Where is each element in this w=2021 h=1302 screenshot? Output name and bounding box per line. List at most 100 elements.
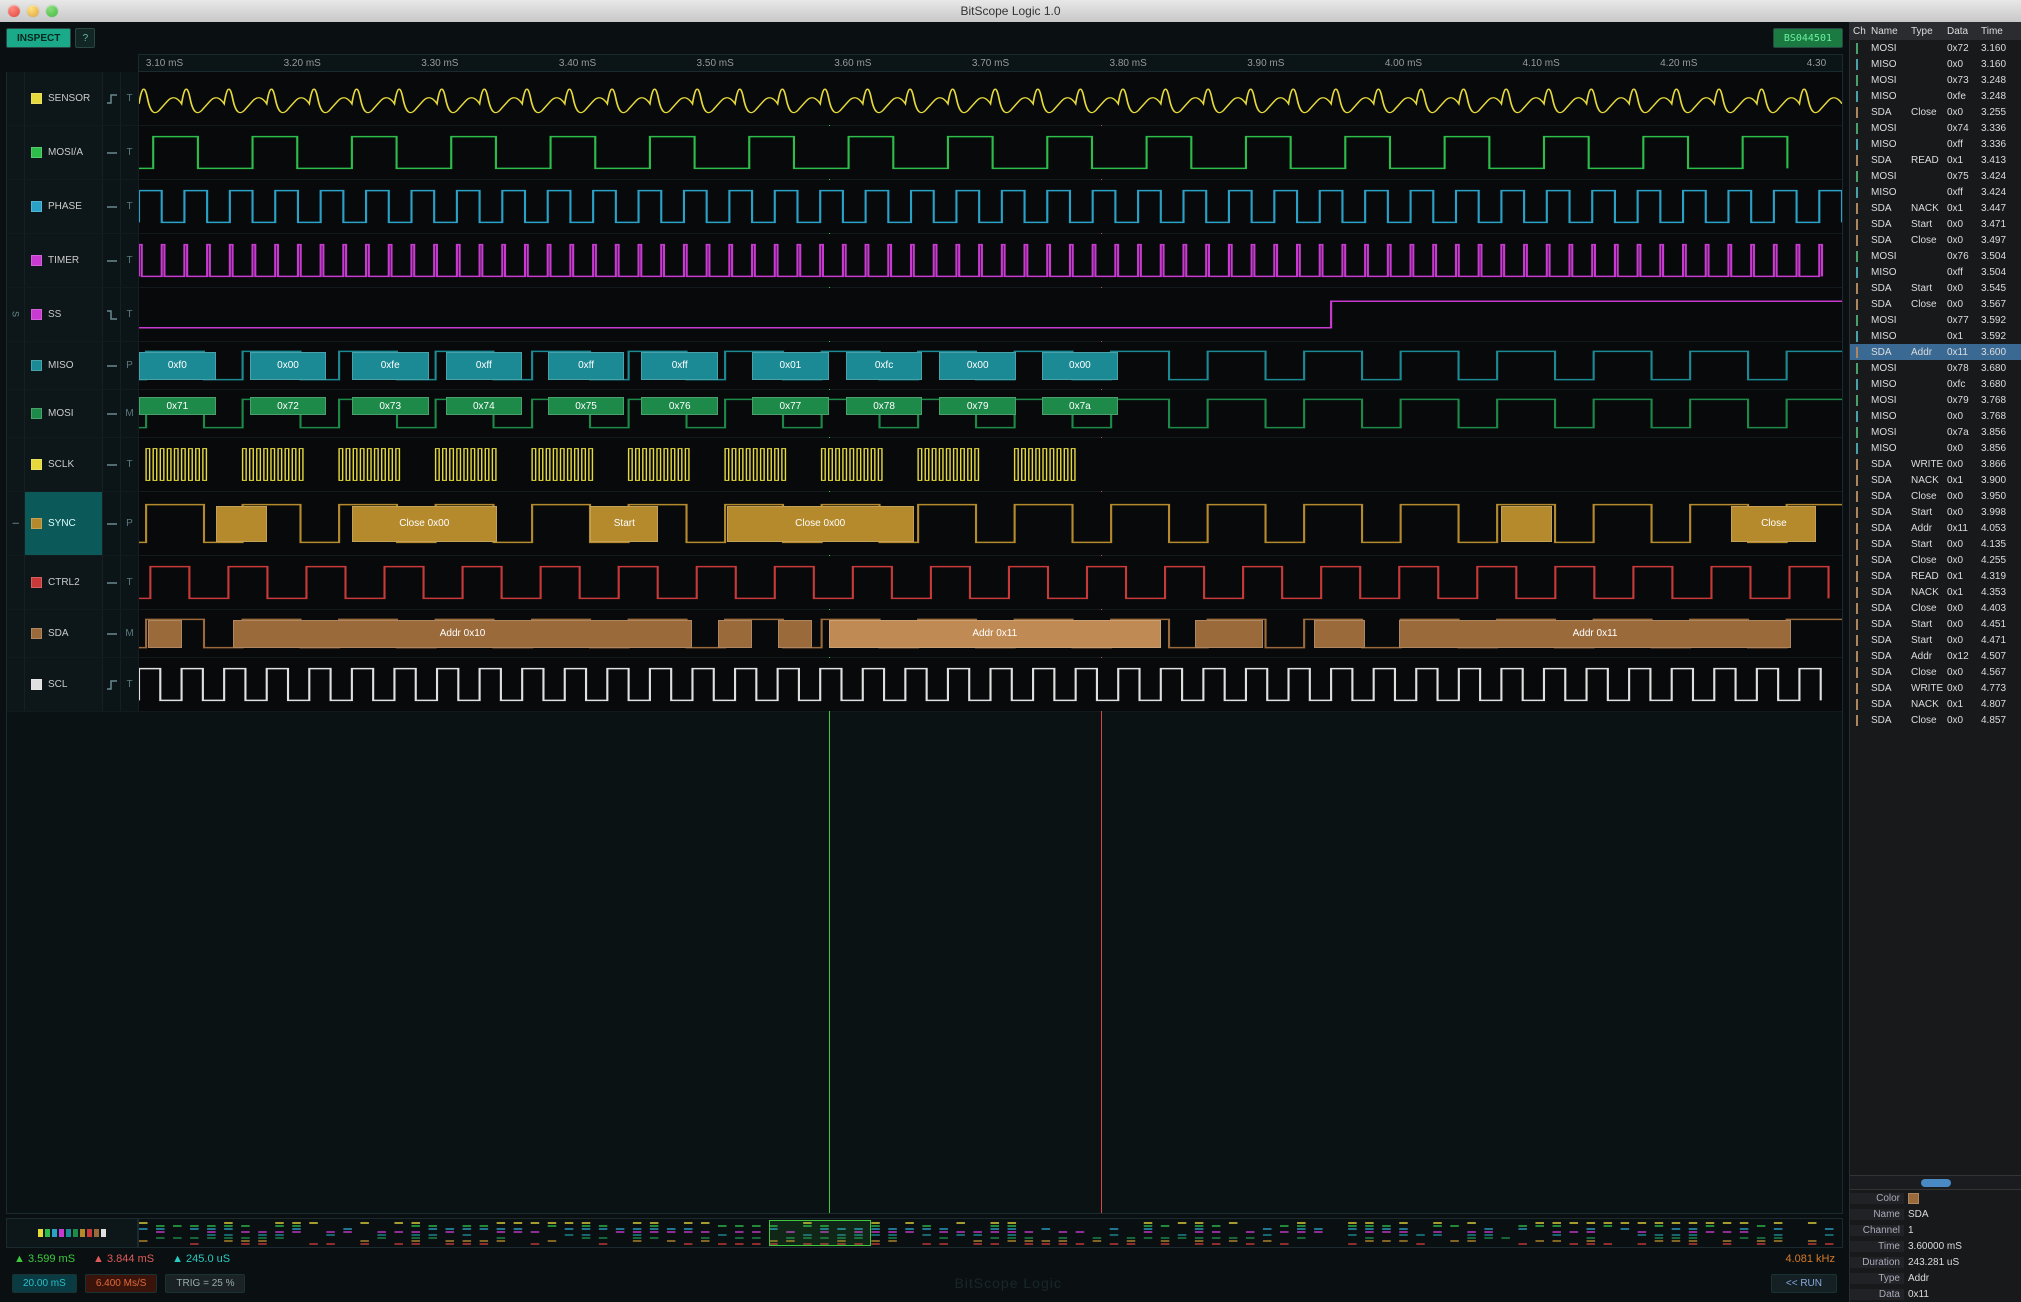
decoded-value[interactable]: 0x00: [939, 352, 1016, 380]
event-row[interactable]: SDANACK0x13.900: [1850, 472, 2021, 488]
event-row[interactable]: SDAClose0x04.857: [1850, 712, 2021, 728]
waveform-lane[interactable]: 0x710x720x730x740x750x760x770x780x790x7a: [139, 390, 1842, 437]
event-row[interactable]: MOSI0x773.592: [1850, 312, 2021, 328]
decoded-value[interactable]: 0x01: [752, 352, 829, 380]
channel-palette[interactable]: [6, 1218, 138, 1248]
channel-label[interactable]: SCLK: [25, 438, 103, 491]
decoded-value[interactable]: 0x73: [352, 397, 429, 415]
event-row[interactable]: MISO0xff3.504: [1850, 264, 2021, 280]
event-row[interactable]: SDAAddr0x113.600: [1850, 344, 2021, 360]
event-row[interactable]: SDAAddr0x124.507: [1850, 648, 2021, 664]
trigger-edge-icon[interactable]: [103, 658, 121, 711]
decoded-value[interactable]: 0x76: [641, 397, 718, 415]
decoded-value[interactable]: Addr 0x11: [829, 620, 1161, 648]
event-row[interactable]: SDANACK0x13.447: [1850, 200, 2021, 216]
decoded-value[interactable]: [1314, 620, 1365, 648]
event-row[interactable]: MOSI0x783.680: [1850, 360, 2021, 376]
inspect-button[interactable]: INSPECT: [6, 28, 71, 48]
waveform-lane[interactable]: [139, 288, 1842, 341]
channel-label[interactable]: SDA: [25, 610, 103, 657]
event-row[interactable]: SDAClose0x03.567: [1850, 296, 2021, 312]
event-row[interactable]: MOSI0x7a3.856: [1850, 424, 2021, 440]
event-row[interactable]: SDAClose0x04.255: [1850, 552, 2021, 568]
channel-mode[interactable]: M: [121, 610, 139, 657]
event-row[interactable]: SDAClose0x03.255: [1850, 104, 2021, 120]
event-row[interactable]: MOSI0x723.160: [1850, 40, 2021, 56]
waveform-lane[interactable]: [139, 556, 1842, 609]
help-button[interactable]: ?: [75, 28, 95, 48]
decoded-value[interactable]: [1195, 620, 1263, 648]
event-row[interactable]: SDAWRITE0x03.866: [1850, 456, 2021, 472]
waveform-lane[interactable]: [139, 438, 1842, 491]
event-row[interactable]: SDAStart0x03.471: [1850, 216, 2021, 232]
waveform-area[interactable]: SENSORTMOSI/ATPHASETTIMERTSSSTMISOP0xf00…: [6, 72, 1843, 1214]
channel-mode[interactable]: T: [121, 72, 139, 125]
decoded-value[interactable]: 0x71: [139, 397, 216, 415]
channel-mode[interactable]: T: [121, 658, 139, 711]
trigger-edge-icon[interactable]: [103, 492, 121, 555]
channel-mode[interactable]: M: [121, 390, 139, 437]
trigger-edge-icon[interactable]: [103, 180, 121, 233]
event-row[interactable]: MOSI0x793.768: [1850, 392, 2021, 408]
event-row[interactable]: MISO0x13.592: [1850, 328, 2021, 344]
waveform-lane[interactable]: Close 0x00StartClose 0x00Close: [139, 492, 1842, 555]
trigger-edge-icon[interactable]: [103, 556, 121, 609]
decoded-value[interactable]: 0x72: [250, 397, 327, 415]
trigger-edge-icon[interactable]: [103, 126, 121, 179]
channel-mode[interactable]: T: [121, 556, 139, 609]
timebase-chip[interactable]: 20.00 mS: [12, 1274, 77, 1293]
event-row[interactable]: SDAClose0x03.950: [1850, 488, 2021, 504]
channel-label[interactable]: CTRL2: [25, 556, 103, 609]
time-ruler[interactable]: 3.10 mS3.20 mS3.30 mS3.40 mS3.50 mS3.60 …: [138, 54, 1843, 72]
event-row[interactable]: MOSI0x753.424: [1850, 168, 2021, 184]
event-row[interactable]: SDAStart0x04.135: [1850, 536, 2021, 552]
event-hscroll[interactable]: [1850, 1175, 2021, 1189]
channel-label[interactable]: TIMER: [25, 234, 103, 287]
event-row[interactable]: MISO0xff3.336: [1850, 136, 2021, 152]
event-row[interactable]: SDANACK0x14.353: [1850, 584, 2021, 600]
event-row[interactable]: SDAStart0x04.471: [1850, 632, 2021, 648]
channel-mode[interactable]: P: [121, 492, 139, 555]
event-row[interactable]: MOSI0x763.504: [1850, 248, 2021, 264]
trigger-edge-icon[interactable]: [103, 234, 121, 287]
event-row[interactable]: SDANACK0x14.807: [1850, 696, 2021, 712]
decoded-value[interactable]: 0x75: [548, 397, 625, 415]
channel-label[interactable]: SYNC: [25, 492, 103, 555]
event-row[interactable]: MISO0xfc3.680: [1850, 376, 2021, 392]
decoded-value[interactable]: 0x78: [846, 397, 923, 415]
decoded-value[interactable]: 0x00: [1042, 352, 1119, 380]
event-row[interactable]: SDAWRITE0x04.773: [1850, 680, 2021, 696]
trigger-edge-icon[interactable]: [103, 72, 121, 125]
decoded-value[interactable]: 0x74: [446, 397, 523, 415]
waveform-lane[interactable]: 0xf00x000xfe0xff0xff0xff0x010xfc0x000x00: [139, 342, 1842, 389]
waveform-lane[interactable]: [139, 658, 1842, 711]
channel-mode[interactable]: T: [121, 126, 139, 179]
trigger-edge-icon[interactable]: [103, 438, 121, 491]
decoded-value[interactable]: Addr 0x10: [233, 620, 693, 648]
decoded-value[interactable]: Addr 0x11: [1399, 620, 1791, 648]
trigger-edge-icon[interactable]: [103, 288, 121, 341]
event-row[interactable]: MOSI0x743.336: [1850, 120, 2021, 136]
channel-label[interactable]: MOSI: [25, 390, 103, 437]
decoded-value[interactable]: Close: [1731, 506, 1816, 542]
event-row[interactable]: SDAClose0x04.403: [1850, 600, 2021, 616]
decoded-value[interactable]: 0xff: [641, 352, 718, 380]
event-row[interactable]: MISO0xfe3.248: [1850, 88, 2021, 104]
decoded-value[interactable]: Close 0x00: [352, 506, 497, 542]
channel-label[interactable]: PHASE: [25, 180, 103, 233]
event-row[interactable]: MOSI0x733.248: [1850, 72, 2021, 88]
decoded-value[interactable]: 0xfc: [846, 352, 923, 380]
run-button[interactable]: << RUN: [1771, 1274, 1837, 1293]
decoded-value[interactable]: 0x79: [939, 397, 1016, 415]
waveform-lane[interactable]: Addr 0x10 Addr 0x11 Addr 0x11: [139, 610, 1842, 657]
decoded-value[interactable]: Close 0x00: [727, 506, 914, 542]
trigger-chip[interactable]: TRIG = 25 %: [165, 1274, 245, 1293]
event-row[interactable]: MISO0x03.768: [1850, 408, 2021, 424]
overview-selection[interactable]: [769, 1220, 871, 1246]
trigger-edge-icon[interactable]: [103, 342, 121, 389]
channel-mode[interactable]: T: [121, 288, 139, 341]
overview-waveform[interactable]: [138, 1218, 1843, 1248]
waveform-lane[interactable]: [139, 180, 1842, 233]
waveform-lane[interactable]: [139, 234, 1842, 287]
channel-label[interactable]: SENSOR: [25, 72, 103, 125]
